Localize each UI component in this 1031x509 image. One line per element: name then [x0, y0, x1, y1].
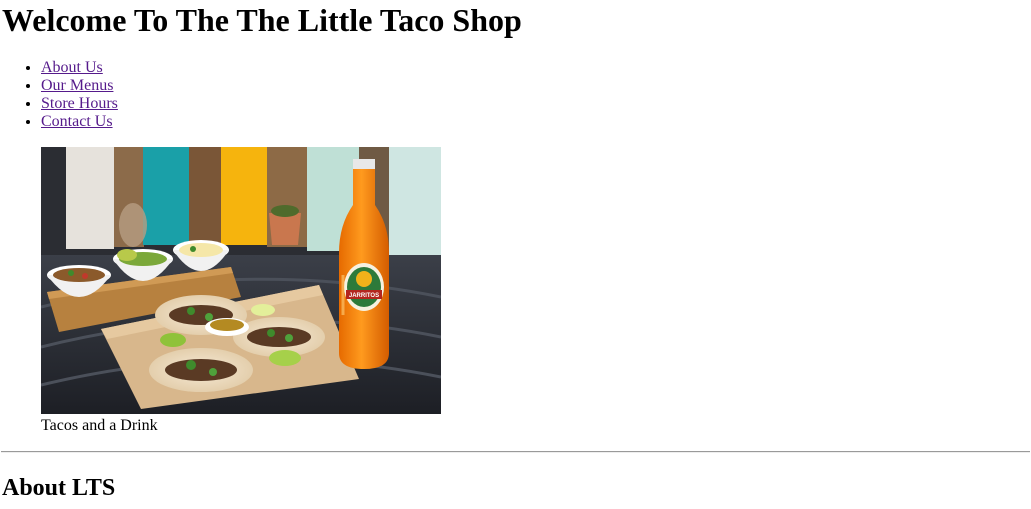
nav-link-our-menus[interactable]: Our Menus — [41, 77, 113, 94]
tacos-figure: JARRITOS Tacos and a Drink — [41, 147, 441, 435]
nav-item-hours: Store Hours — [41, 95, 118, 113]
page-title: Welcome To The The Little Taco Shop — [2, 2, 522, 38]
nav-link-store-hours[interactable]: Store Hours — [41, 95, 118, 112]
tacos-photo: JARRITOS — [41, 147, 441, 414]
figure-caption: Tacos and a Drink — [41, 417, 158, 434]
section-divider — [1, 451, 1030, 453]
about-heading: About LTS — [2, 475, 116, 501]
bottle-label-text: JARRITOS — [349, 293, 379, 299]
nav-link-contact-us[interactable]: Contact Us — [41, 113, 113, 130]
nav-item-menus: Our Menus — [41, 77, 118, 95]
nav-link-about-us[interactable]: About Us — [41, 59, 103, 76]
main-nav: About Us Our Menus Store Hours Contact U… — [0, 59, 118, 131]
nav-item-about: About Us — [41, 59, 118, 77]
nav-item-contact: Contact Us — [41, 113, 118, 131]
